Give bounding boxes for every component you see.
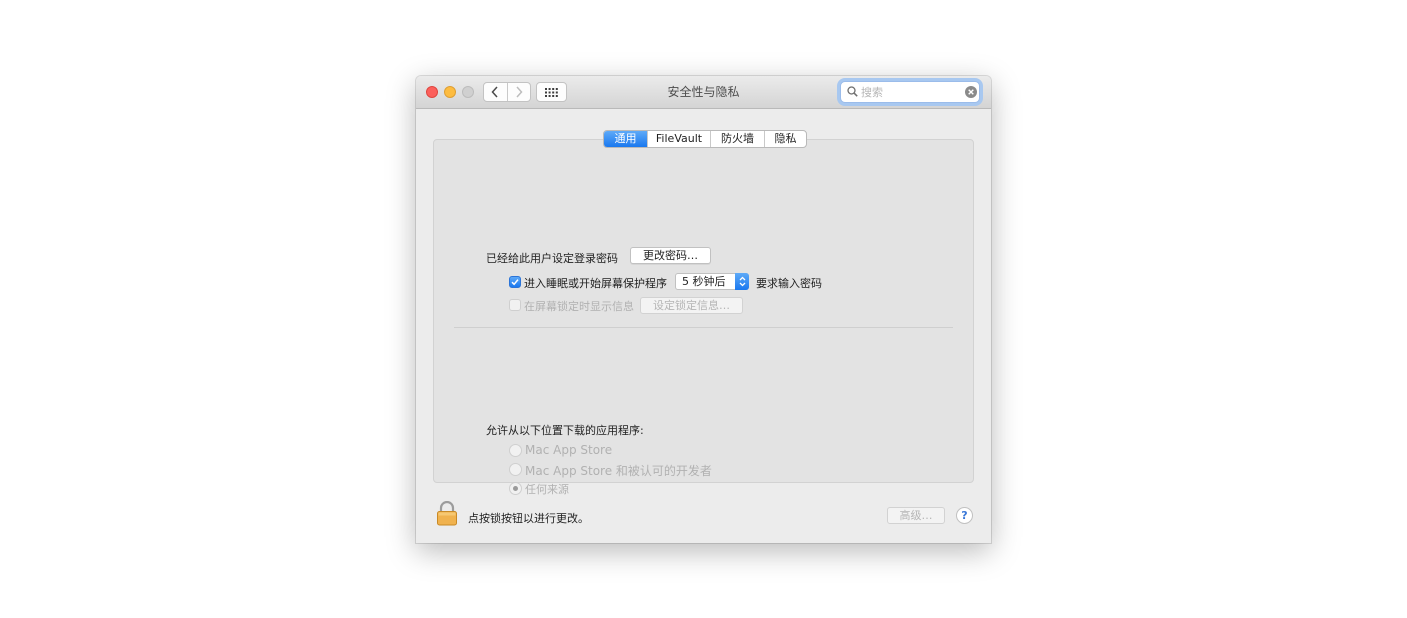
- change-password-button[interactable]: 更改密码…: [630, 247, 711, 264]
- search-input[interactable]: [861, 84, 959, 100]
- require-password-label: 进入睡眠或开始屏幕保护程序: [524, 277, 667, 290]
- lock-message: 点按锁按钮以进行更改。: [468, 512, 589, 525]
- popup-arrows-icon: [735, 273, 749, 290]
- clear-search-icon[interactable]: [965, 86, 977, 98]
- require-password-checkbox[interactable]: [509, 276, 521, 288]
- radio-mac-app-store[interactable]: [509, 444, 522, 457]
- search-field[interactable]: [840, 81, 980, 103]
- radio-anywhere-label: 任何来源: [525, 483, 569, 496]
- preferences-window: 安全性与隐私 通用 FileVault 防火墙 隐私 已经给此用户设定登录密码 …: [416, 76, 991, 543]
- window-title: 安全性与隐私: [667, 85, 740, 99]
- advanced-button[interactable]: 高级…: [887, 507, 945, 524]
- minimize-window-button[interactable]: [444, 86, 456, 98]
- radio-identified-developers[interactable]: [509, 463, 522, 476]
- lock-button[interactable]: [436, 500, 458, 530]
- search-icon: [847, 86, 858, 97]
- tab-privacy[interactable]: 隐私: [764, 131, 806, 147]
- password-set-label: 已经给此用户设定登录密码: [486, 252, 618, 265]
- radio-selected-dot: [513, 486, 518, 491]
- help-button[interactable]: ?: [956, 507, 973, 524]
- set-lock-message-button[interactable]: 设定锁定信息…: [640, 297, 743, 314]
- show-message-checkbox[interactable]: [509, 299, 521, 311]
- zoom-window-button: [462, 86, 474, 98]
- show-all-button[interactable]: [536, 82, 567, 102]
- require-password-suffix: 要求输入密码: [756, 277, 822, 290]
- forward-button[interactable]: [506, 83, 531, 101]
- chevron-left-icon: [491, 86, 498, 98]
- tab-general[interactable]: 通用: [604, 131, 647, 147]
- radio-anywhere[interactable]: [509, 482, 522, 495]
- show-message-label: 在屏幕锁定时显示信息: [524, 300, 634, 313]
- close-window-button[interactable]: [426, 86, 438, 98]
- tab-filevault[interactable]: FileVault: [647, 131, 710, 147]
- section-divider: [454, 327, 953, 328]
- downloads-heading: 允许从以下位置下载的应用程序:: [486, 424, 644, 437]
- chevron-right-icon: [516, 86, 523, 98]
- password-delay-select[interactable]: 5 秒钟后: [675, 273, 749, 290]
- radio-mac-app-store-label: Mac App Store: [525, 443, 613, 457]
- lock-icon: [437, 500, 457, 526]
- back-forward-control: [483, 82, 531, 102]
- general-panel: 已经给此用户设定登录密码 更改密码… 进入睡眠或开始屏幕保护程序 5 秒钟后 要…: [433, 139, 974, 496]
- tab-firewall[interactable]: 防火墙: [710, 131, 764, 147]
- checkmark-icon: [511, 279, 519, 286]
- radio-identified-developers-label: Mac App Store 和被认可的开发者: [525, 464, 712, 478]
- tab-bar: 通用 FileVault 防火墙 隐私: [603, 130, 807, 148]
- back-button[interactable]: [484, 83, 507, 101]
- title-bar: 安全性与隐私: [416, 76, 991, 109]
- password-delay-value: 5 秒钟后: [682, 275, 726, 288]
- grid-icon: [545, 87, 558, 97]
